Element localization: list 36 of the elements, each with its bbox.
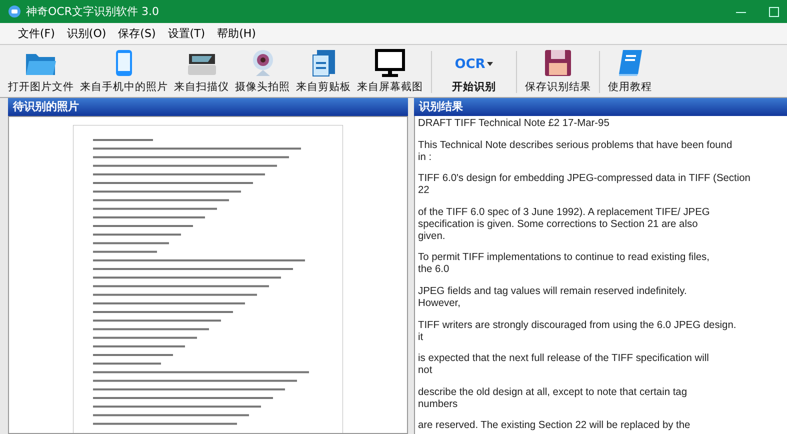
book-icon bbox=[617, 49, 643, 77]
monitor-icon bbox=[375, 49, 405, 77]
result-paragraph: This Technical Note describes serious problems that have been found in : bbox=[418, 140, 734, 164]
result-paragraph: JPEG fields and tag values will remain reserved indefinitely. However, bbox=[418, 286, 688, 310]
result-paragraph: TIFF writers are strongly discouraged from using the 6.0 JPEG design. it bbox=[418, 320, 738, 344]
toolbar-button[interactable]: 使用教程 bbox=[606, 47, 654, 97]
result-paragraph: TIFF 6.0's design for embedding JPEG-compressed data in TIFF (Section 22 bbox=[418, 173, 752, 198]
toolbar-button[interactable]: 来自剪贴板 bbox=[294, 47, 353, 97]
toolbar-button[interactable]: 打开图片文件 bbox=[6, 47, 76, 97]
toolbar-button[interactable]: 来自屏幕截图 bbox=[355, 47, 425, 97]
webcam-icon bbox=[250, 49, 274, 77]
scanner-icon bbox=[186, 51, 216, 77]
menu-item[interactable]: 设置(T) bbox=[164, 26, 210, 41]
phone-icon bbox=[115, 49, 133, 77]
window-title: 神奇OCR文字识别软件 3.0 bbox=[26, 4, 159, 19]
toolbar-button[interactable]: 保存识别结果 bbox=[523, 47, 593, 97]
toolbar-button[interactable]: 摄像头拍照 bbox=[233, 47, 292, 97]
panel-header: 待识别的照片 bbox=[8, 98, 408, 116]
menu-item[interactable]: 文件(F) bbox=[14, 26, 59, 41]
toolbar-button[interactable]: 来自扫描仪 bbox=[172, 47, 231, 97]
result-paragraph: is expected that the next full release of the TIFF specification will not bbox=[418, 353, 710, 378]
toolbar-button[interactable]: 来自手机中的照片 bbox=[78, 47, 170, 97]
result-paragraph: To permit TIFF implementations to continue to read existing files, the 6.0 bbox=[418, 252, 710, 276]
clipboard-icon bbox=[310, 49, 336, 77]
toolbar-button[interactable]: OCR 开始识别 bbox=[438, 47, 510, 97]
app-icon bbox=[8, 5, 21, 18]
menu-item[interactable]: 识别(O) bbox=[62, 26, 110, 41]
result-paragraph: describe the old design at all, except to note that certain tag numbers bbox=[418, 386, 688, 411]
menu-item[interactable]: 帮助(H) bbox=[213, 26, 260, 41]
maximize-icon[interactable] bbox=[769, 6, 779, 16]
result-paragraph: DRAFT TIFF Technical Note £2 17-Mar-95 bbox=[418, 118, 610, 130]
menu-item[interactable]: 保存(S) bbox=[114, 26, 160, 41]
result-paragraph: of the TIFF 6.0 spec of 3 June 1992). A replacement TIFE/ JPEG specification is given. Some corrections to Section 21 are also given. bbox=[418, 206, 711, 243]
panel-header: 识别结果 bbox=[414, 98, 787, 116]
result-paragraph: are reserved. The existing Section 22 will be replaced by the bbox=[418, 420, 692, 432]
folder-icon bbox=[25, 51, 57, 77]
